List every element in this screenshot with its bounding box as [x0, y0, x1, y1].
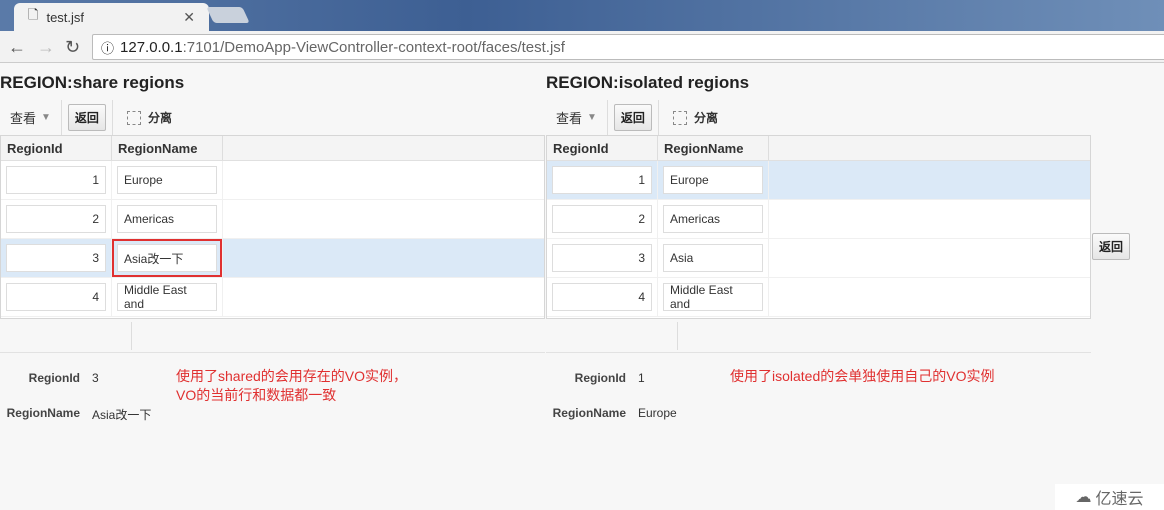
region-name-input[interactable]: Asia [663, 244, 763, 272]
region-name-input[interactable]: Americas [117, 205, 217, 233]
column-header[interactable]: RegionName [658, 136, 769, 160]
region-id-input[interactable]: 2 [552, 205, 652, 233]
region-name-input[interactable]: Europe [117, 166, 217, 194]
view-menu[interactable]: 查看 ▼ [0, 100, 62, 135]
annotation: 使用了shared的会用存在的VO实例， VO的当前行和数据都一致 [176, 367, 407, 405]
table-row[interactable]: 2 Americas [547, 200, 1090, 239]
column-header[interactable]: RegionId [1, 136, 112, 160]
table-row[interactable]: 1 Europe [547, 161, 1090, 200]
column-header[interactable]: RegionName [112, 136, 223, 160]
annotation-line: 使用了shared的会用存在的VO实例， [176, 368, 408, 384]
region-id-input[interactable]: 1 [552, 166, 652, 194]
region-name-input[interactable]: Europe [663, 166, 763, 194]
back-arrow-icon[interactable]: ← [8, 37, 26, 58]
region-panel: REGION:share regions 查看 ▼ 返回 分离 RegionId R… [0, 63, 545, 320]
back-button[interactable]: 返回 [613, 104, 652, 131]
table-toolbar: 查看 ▼ 返回 分离 [0, 100, 545, 135]
back-button-right[interactable]: 返回 [1092, 233, 1131, 260]
region-name-value: Europe [638, 406, 677, 420]
region-name-input[interactable]: Middle East and [663, 283, 763, 311]
table-row[interactable]: 4 Middle East and [547, 278, 1090, 317]
table-row[interactable]: 1 Europe [1, 161, 544, 200]
region-id-label: RegionId [574, 371, 626, 385]
watermark-logo: ☁ 亿速云 [1055, 484, 1164, 510]
region-name-input[interactable]: Asia改一下 [112, 239, 222, 277]
dropdown-arrow-icon: ▼ [41, 112, 51, 123]
url-path: :7101/DemoApp-ViewController-context-roo… [182, 38, 565, 56]
region-panel: REGION:isolated regions 查看 ▼ 返回 分离 Region… [546, 63, 1091, 320]
separator-band [0, 320, 545, 353]
region-id-label: RegionId [28, 371, 80, 385]
region-id-input[interactable]: 3 [552, 244, 652, 272]
detach-label: 分离 [147, 111, 172, 125]
divider [111, 100, 113, 135]
back-button[interactable]: 返回 [67, 104, 106, 131]
detach-button[interactable]: 分离 [672, 109, 718, 126]
region-id-input[interactable]: 4 [552, 283, 652, 311]
table-row[interactable]: 2 Americas [1, 200, 544, 239]
detach-label: 分离 [693, 111, 718, 125]
panel-title: REGION:share regions [0, 73, 185, 92]
view-label: 查看 [556, 111, 583, 126]
new-tab-button[interactable] [206, 7, 250, 23]
view-label: 查看 [10, 111, 37, 126]
regions-table: RegionId RegionName 1 Europe 2 Americas 3… [0, 135, 545, 319]
region-name-label: RegionName [552, 406, 626, 420]
table-row[interactable]: 4 Middle East and [1, 278, 544, 317]
watermark-text: 亿速云 [1095, 491, 1144, 508]
tab-title: test.jsf [46, 9, 85, 25]
address-bar[interactable]: ⓘ 127.0.0.1:7101/DemoApp-ViewController-… [92, 34, 1164, 60]
region-name-label: RegionName [6, 406, 80, 420]
region-id-input[interactable]: 2 [6, 205, 106, 233]
dropdown-arrow-icon: ▼ [587, 112, 597, 123]
region-name-input[interactable]: Middle East and [117, 283, 217, 311]
region-id-input[interactable]: 1 [6, 166, 106, 194]
region-name-value: Asia改一下 [92, 408, 152, 422]
detach-icon [672, 110, 687, 125]
page-icon: 🗋 [28, 7, 39, 22]
info-icon: ⓘ [101, 40, 115, 56]
browser-tab-bar: 🗋 test.jsf ✕ [0, 0, 1164, 31]
regions-table: RegionId RegionName 1 Europe 2 Americas 3… [546, 135, 1091, 319]
panel-title: REGION:isolated regions [546, 73, 750, 92]
divider [657, 100, 659, 135]
column-header[interactable]: RegionId [547, 136, 658, 160]
close-tab-icon[interactable]: ✕ [183, 9, 195, 26]
url-host: 127.0.0.1 [120, 38, 183, 56]
forward-arrow-icon[interactable]: → [37, 37, 55, 58]
region-id-value: 3 [92, 371, 99, 385]
region-id-input[interactable]: 4 [6, 283, 106, 311]
cloud-icon: ☁ [1075, 489, 1092, 506]
annotation-line: VO的当前行和数据都一致 [176, 387, 337, 403]
table-row[interactable]: 3 Asia [547, 239, 1090, 278]
browser-tab[interactable]: 🗋 test.jsf ✕ [14, 3, 209, 31]
reload-icon[interactable]: ↻ [65, 37, 80, 58]
annotation-line: 使用了isolated的会单独使用自己的VO实例 [730, 368, 995, 384]
navigation-bar: ← → ↻ ⓘ 127.0.0.1:7101/DemoApp-ViewContr… [0, 31, 1164, 63]
table-toolbar: 查看 ▼ 返回 分离 [546, 100, 1091, 135]
detach-icon [126, 110, 141, 125]
table-row[interactable]: 3 Asia改一下 [1, 239, 544, 278]
region-name-input[interactable]: Americas [663, 205, 763, 233]
separator-band [546, 320, 1091, 353]
region-id-value: 1 [638, 371, 645, 385]
view-menu[interactable]: 查看 ▼ [546, 100, 608, 135]
annotation: 使用了isolated的会单独使用自己的VO实例 [730, 367, 994, 386]
detach-button[interactable]: 分离 [126, 109, 172, 126]
region-id-input[interactable]: 3 [6, 244, 106, 272]
